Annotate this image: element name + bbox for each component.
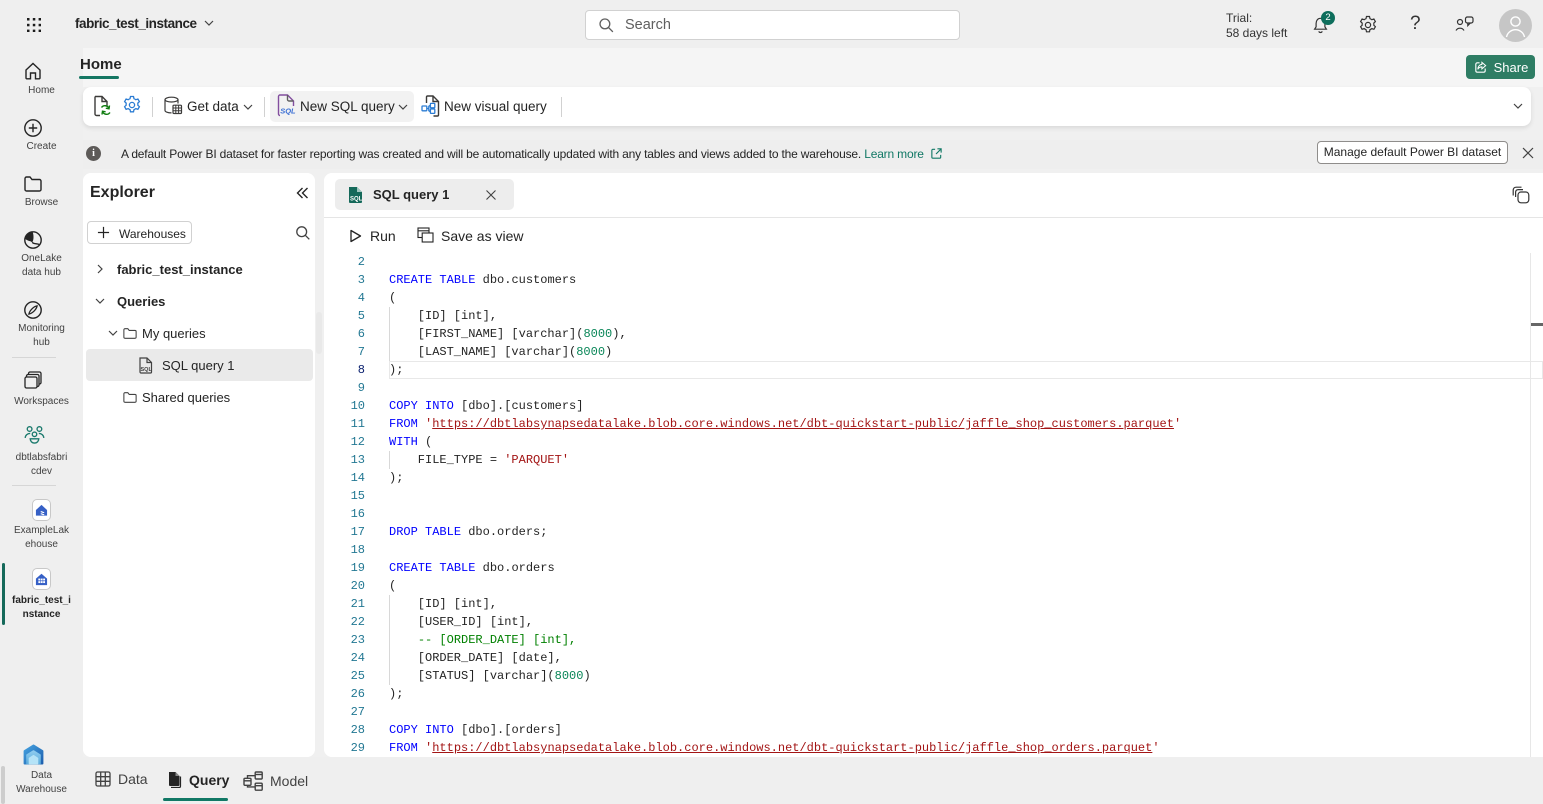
svg-text:SQL: SQL xyxy=(350,196,363,202)
svg-text:SQL: SQL xyxy=(280,107,296,116)
svg-text:SQL: SQL xyxy=(141,367,153,373)
